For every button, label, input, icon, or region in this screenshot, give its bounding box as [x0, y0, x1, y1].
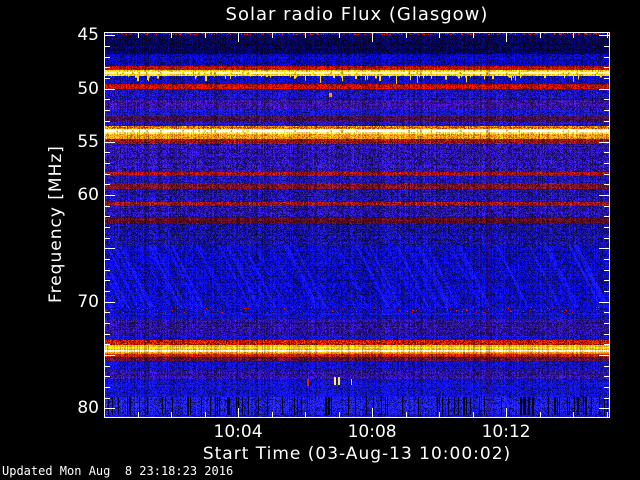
x-tick-label-10:12: 10:12: [481, 422, 531, 442]
y-tick-label-50: 50: [77, 78, 99, 99]
updated-timestamp: Updated Mon Aug 8 23:18:23 2016: [2, 464, 234, 478]
y-tick-label-45: 45: [77, 25, 99, 46]
y-tick-label-60: 60: [77, 185, 99, 206]
spectrogram-canvas: [104, 32, 610, 418]
x-tick-label-10:08: 10:08: [347, 422, 397, 442]
y-tick-label-70: 70: [77, 291, 99, 312]
x-axis-label: Start Time (03-Aug-13 10:00:02): [202, 444, 512, 464]
figure-title: Solar radio Flux (Glasgow): [225, 4, 489, 25]
y-tick-label-55: 55: [77, 131, 99, 152]
y-tick-label-80: 80: [77, 398, 99, 419]
x-tick-label-10:04: 10:04: [213, 422, 263, 442]
solar-radio-spectrogram-figure: Solar radio Flux (Glasgow) Frequency [MH…: [0, 0, 640, 480]
y-axis-label: Frequency [MHz]: [46, 145, 66, 303]
